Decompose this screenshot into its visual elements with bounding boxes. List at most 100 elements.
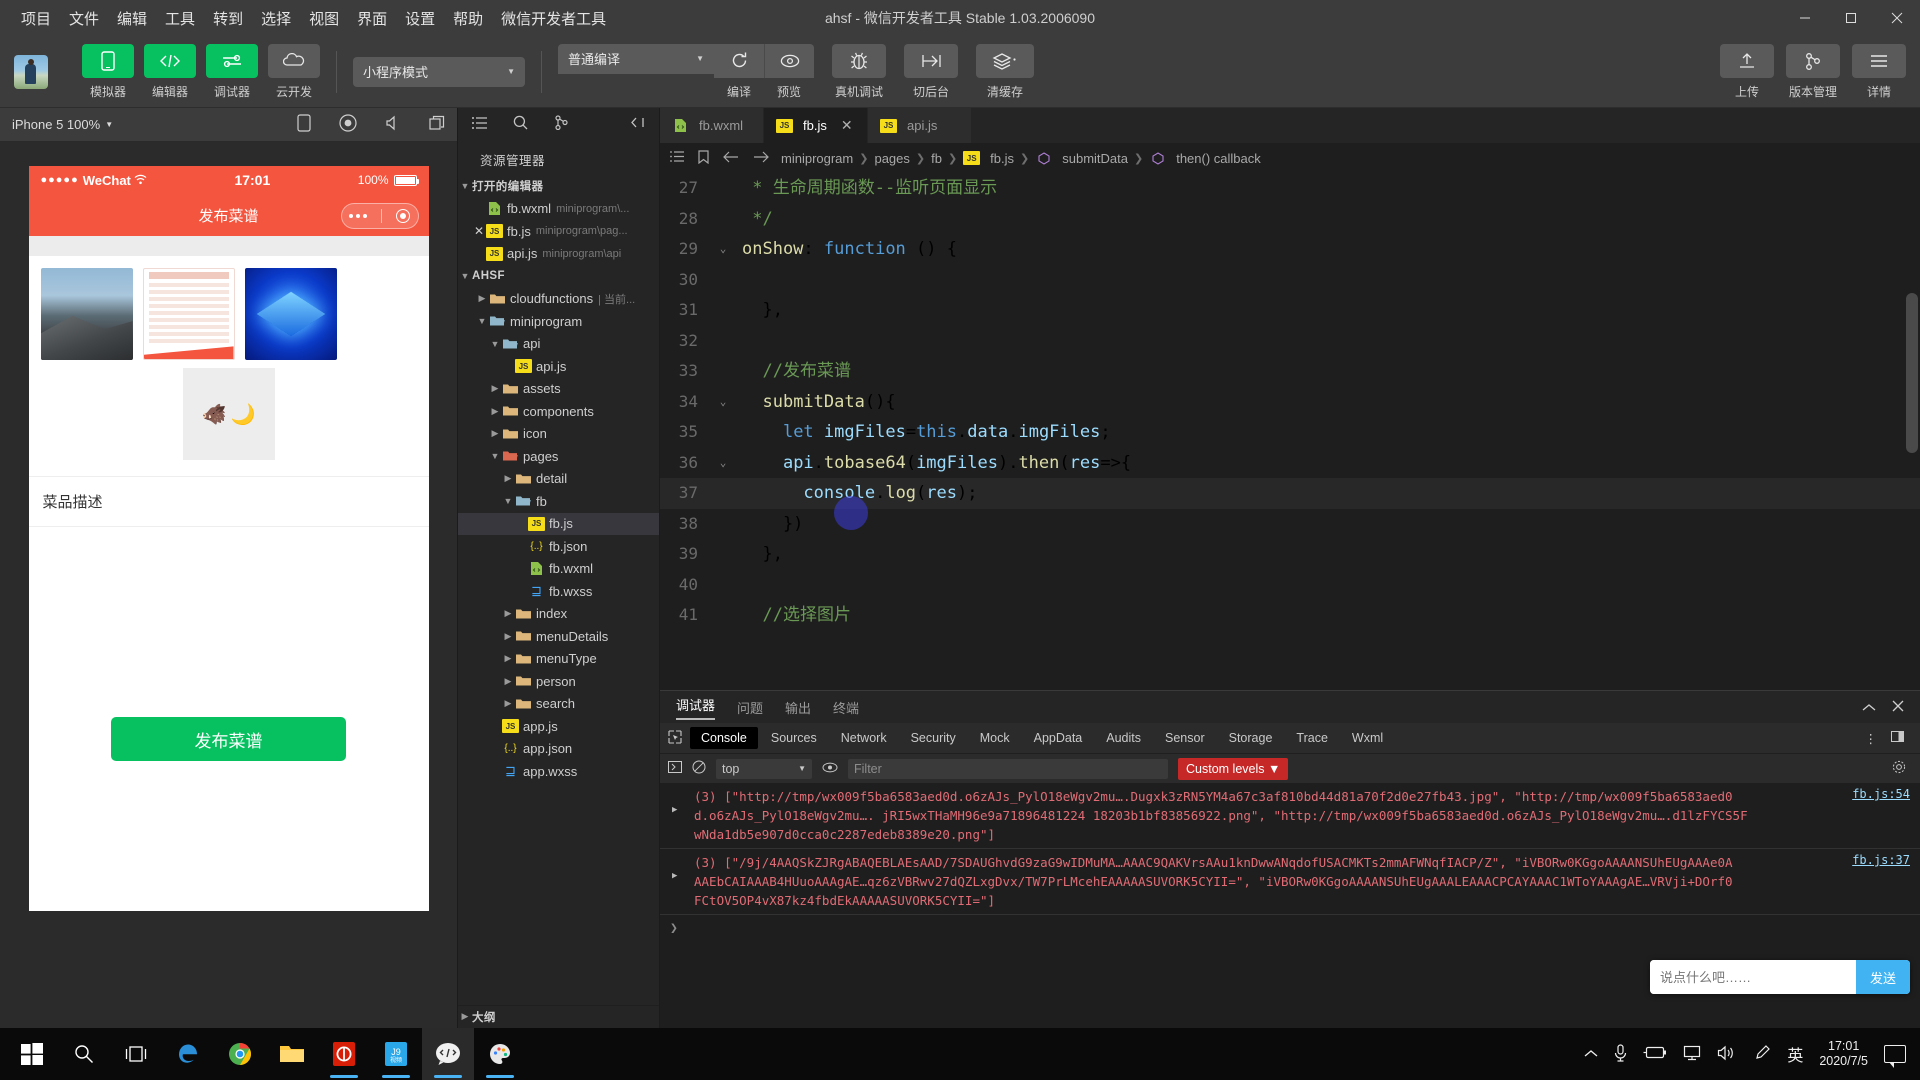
- code-line[interactable]: 35 let imgFiles=this.data.imgFiles;: [660, 417, 1920, 448]
- tree-item[interactable]: ▼ fb: [458, 490, 659, 513]
- console-filter-input[interactable]: Filter: [848, 758, 1168, 779]
- devtools-tab[interactable]: Storage: [1218, 727, 1284, 749]
- search-icon[interactable]: [513, 115, 528, 135]
- bookmark-icon[interactable]: [698, 149, 709, 167]
- simulator-button[interactable]: 模拟器: [82, 43, 134, 100]
- project-root[interactable]: ▼ AHSF: [458, 265, 659, 288]
- preview-button[interactable]: 预览: [764, 43, 814, 100]
- publish-recipe-button[interactable]: 发布菜谱: [111, 717, 346, 761]
- tree-item[interactable]: {..} fb.json: [458, 535, 659, 558]
- outline-section[interactable]: ▶ 大纲: [458, 1005, 659, 1028]
- clear-cache-button[interactable]: 清缓存: [976, 43, 1034, 100]
- tree-item[interactable]: ▶ index: [458, 603, 659, 626]
- forward-arrow-icon[interactable]: [753, 151, 769, 166]
- bottom-panel-tab[interactable]: 调试器: [676, 695, 716, 720]
- execute-icon[interactable]: [668, 761, 682, 776]
- tree-item[interactable]: ⊒ fb.wxss: [458, 580, 659, 603]
- compile-select[interactable]: 普通编译 ▼: [558, 43, 714, 74]
- explorer-icon[interactable]: [266, 1028, 318, 1080]
- tree-item[interactable]: JS app.js: [458, 715, 659, 738]
- device-select[interactable]: iPhone 5 100% ▼: [12, 117, 113, 132]
- eye-icon[interactable]: [822, 762, 838, 776]
- code-line[interactable]: 34 ⌄ submitData(){: [660, 387, 1920, 418]
- cloud-dev-button[interactable]: 云开发: [268, 43, 320, 100]
- menu-item-8[interactable]: 设置: [396, 4, 444, 33]
- chat-input[interactable]: [1650, 960, 1856, 994]
- code-line[interactable]: 27 * 生命周期函数--监听页面显示: [660, 173, 1920, 204]
- editor-button[interactable]: 编辑器: [144, 43, 196, 100]
- app-icon[interactable]: J9 视频: [370, 1028, 422, 1080]
- tree-item[interactable]: fb.wxml: [458, 558, 659, 581]
- open-editor-item[interactable]: JS api.js miniprogram\api: [458, 243, 659, 266]
- search-icon[interactable]: [58, 1028, 110, 1080]
- devtools-tab[interactable]: Console: [690, 727, 758, 749]
- code-line[interactable]: 28 */: [660, 204, 1920, 235]
- collapse-panel-icon[interactable]: [1862, 700, 1876, 715]
- code-line[interactable]: 32: [660, 326, 1920, 357]
- devtools-tab[interactable]: Security: [900, 727, 967, 749]
- chrome-icon[interactable]: [214, 1028, 266, 1080]
- tree-item[interactable]: ▶ components: [458, 400, 659, 423]
- menu-item-4[interactable]: 转到: [204, 4, 252, 33]
- console-levels-dropdown[interactable]: Custom levels ▼: [1178, 757, 1289, 780]
- gear-icon[interactable]: [1892, 760, 1906, 777]
- expand-arrow-icon[interactable]: ▶: [672, 805, 677, 815]
- tree-item[interactable]: ▶ cloudfunctions | 当前...: [458, 288, 659, 311]
- menu-item-9[interactable]: 帮助: [444, 4, 492, 33]
- ime-indicator[interactable]: 英: [1787, 1042, 1803, 1066]
- devtools-tab[interactable]: Sources: [760, 727, 828, 749]
- close-editor-icon[interactable]: ✕: [472, 224, 486, 238]
- code-line[interactable]: 39 },: [660, 539, 1920, 570]
- pen-icon[interactable]: [1753, 1044, 1771, 1065]
- outline-icon[interactable]: [670, 150, 684, 166]
- close-panel-icon[interactable]: [1892, 700, 1904, 715]
- expand-arrow-icon[interactable]: ▶: [672, 871, 677, 881]
- display-icon[interactable]: [1683, 1045, 1701, 1064]
- breadcrumb-item[interactable]: then() callback: [1176, 151, 1261, 166]
- tree-item[interactable]: ▼ pages: [458, 445, 659, 468]
- real-device-debug-button[interactable]: 真机调试: [832, 43, 886, 100]
- more-vertical-icon[interactable]: ⋮: [1865, 731, 1878, 746]
- tree-item[interactable]: {..} app.json: [458, 738, 659, 761]
- netease-icon[interactable]: [318, 1028, 370, 1080]
- version-manage-button[interactable]: 版本管理: [1786, 43, 1840, 100]
- window-icon[interactable]: [429, 115, 445, 134]
- devtools-tab[interactable]: Sensor: [1154, 727, 1216, 749]
- background-button[interactable]: 切后台: [904, 43, 958, 100]
- volume-icon[interactable]: [1717, 1045, 1737, 1064]
- thumbnail-mountain[interactable]: [40, 268, 133, 360]
- open-editor-item[interactable]: fb.wxml miniprogram\...: [458, 198, 659, 221]
- record-icon[interactable]: [339, 114, 357, 135]
- menu-item-2[interactable]: 编辑: [108, 4, 156, 33]
- user-avatar[interactable]: [14, 54, 48, 89]
- breadcrumb-item[interactable]: fb.js: [990, 151, 1014, 166]
- editor-tab[interactable]: JS fb.js ✕: [764, 108, 868, 143]
- collapse-icon[interactable]: [630, 116, 645, 134]
- more-icon[interactable]: [348, 214, 367, 218]
- tree-item[interactable]: JS api.js: [458, 355, 659, 378]
- editor-scrollbar[interactable]: [1906, 293, 1918, 453]
- code-line[interactable]: 36 ⌄ api.tobase64(imgFiles).then(res=>{: [660, 448, 1920, 479]
- volume-icon[interactable]: [385, 115, 401, 134]
- devtools-tab[interactable]: Audits: [1095, 727, 1152, 749]
- devtools-tab[interactable]: Wxml: [1341, 727, 1394, 749]
- menu-item-5[interactable]: 选择: [252, 4, 300, 33]
- console-prompt[interactable]: ❯: [660, 915, 1920, 942]
- tree-item[interactable]: ▶ icon: [458, 423, 659, 446]
- tree-item[interactable]: ▶ detail: [458, 468, 659, 491]
- open-editor-item[interactable]: ✕ JS fb.js miniprogram\pag...: [458, 220, 659, 243]
- add-image-button[interactable]: 🐗 🌙: [182, 368, 275, 460]
- code-line[interactable]: 30: [660, 265, 1920, 296]
- console-entry[interactable]: ▶ fb.js:37 (3) ["/9j/4AAQSkZJRgABAQEBLAEsA…: [660, 849, 1920, 915]
- thumbnail-table[interactable]: [142, 268, 235, 360]
- devtools-tab[interactable]: Trace: [1285, 727, 1339, 749]
- tree-item[interactable]: ▼ api: [458, 333, 659, 356]
- details-button[interactable]: 详情: [1852, 43, 1906, 100]
- tree-item[interactable]: ▶ search: [458, 693, 659, 716]
- tree-item[interactable]: ▶ menuDetails: [458, 625, 659, 648]
- fold-toggle[interactable]: ⌄: [712, 448, 734, 479]
- console-source-link[interactable]: fb.js:54: [1852, 787, 1910, 801]
- console-context-select[interactable]: top ▼: [716, 758, 812, 779]
- close-button[interactable]: [1874, 0, 1920, 36]
- menu-item-3[interactable]: 工具: [156, 4, 204, 33]
